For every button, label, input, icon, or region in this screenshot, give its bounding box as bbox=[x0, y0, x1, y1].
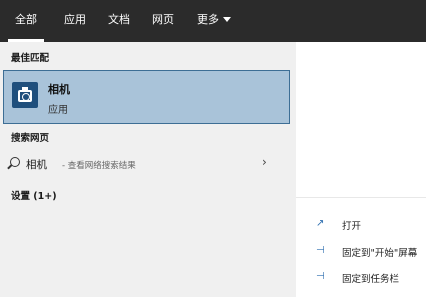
open-label: 打开 bbox=[342, 221, 362, 232]
tab-apps[interactable]: 应用 bbox=[58, 0, 92, 42]
pin-icon: ⊣ bbox=[316, 245, 325, 256]
best-match-heading: 最佳匹配 bbox=[11, 53, 50, 64]
tab-web[interactable]: 网页 bbox=[146, 0, 180, 42]
app-name: 相机 bbox=[48, 83, 70, 96]
details-pane: ↗ 打开 ⊣ 固定到"开始"屏幕 ⊣ 固定到任务栏 bbox=[296, 42, 426, 297]
tab-more-label: 更多 bbox=[197, 13, 219, 26]
search-icon bbox=[10, 157, 20, 167]
divider bbox=[296, 197, 426, 198]
chevron-down-icon bbox=[223, 16, 231, 22]
open-icon: ↗ bbox=[316, 218, 325, 229]
settings-heading[interactable]: 设置 (1+) bbox=[11, 188, 57, 202]
web-search-term: 相机 bbox=[26, 159, 47, 171]
pin-icon: ⊣ bbox=[316, 271, 325, 282]
results-pane: 最佳匹配 相机 应用 搜索网页 相机 - 查看网络搜索结果 › 设置 (1+) bbox=[0, 42, 296, 297]
web-search-suffix: - 查看网络搜索结果 bbox=[62, 161, 136, 171]
tab-documents[interactable]: 文档 bbox=[102, 0, 136, 42]
search-tabs-bar: 全部 应用 文档 网页 更多 bbox=[0, 0, 426, 42]
best-match-item[interactable]: 相机 应用 bbox=[3, 70, 290, 124]
web-search-heading: 搜索网页 bbox=[11, 133, 50, 144]
chevron-right-icon[interactable]: › bbox=[262, 155, 267, 169]
pin-to-start-label: 固定到"开始"屏幕 bbox=[342, 248, 418, 259]
pin-to-taskbar-label: 固定到任务栏 bbox=[342, 274, 400, 285]
web-search-result[interactable]: 相机 - 查看网络搜索结果 › bbox=[0, 152, 290, 176]
app-type: 应用 bbox=[48, 105, 68, 116]
camera-icon bbox=[12, 82, 38, 108]
tab-all[interactable]: 全部 bbox=[8, 0, 44, 42]
tab-more[interactable]: 更多 bbox=[190, 0, 238, 42]
